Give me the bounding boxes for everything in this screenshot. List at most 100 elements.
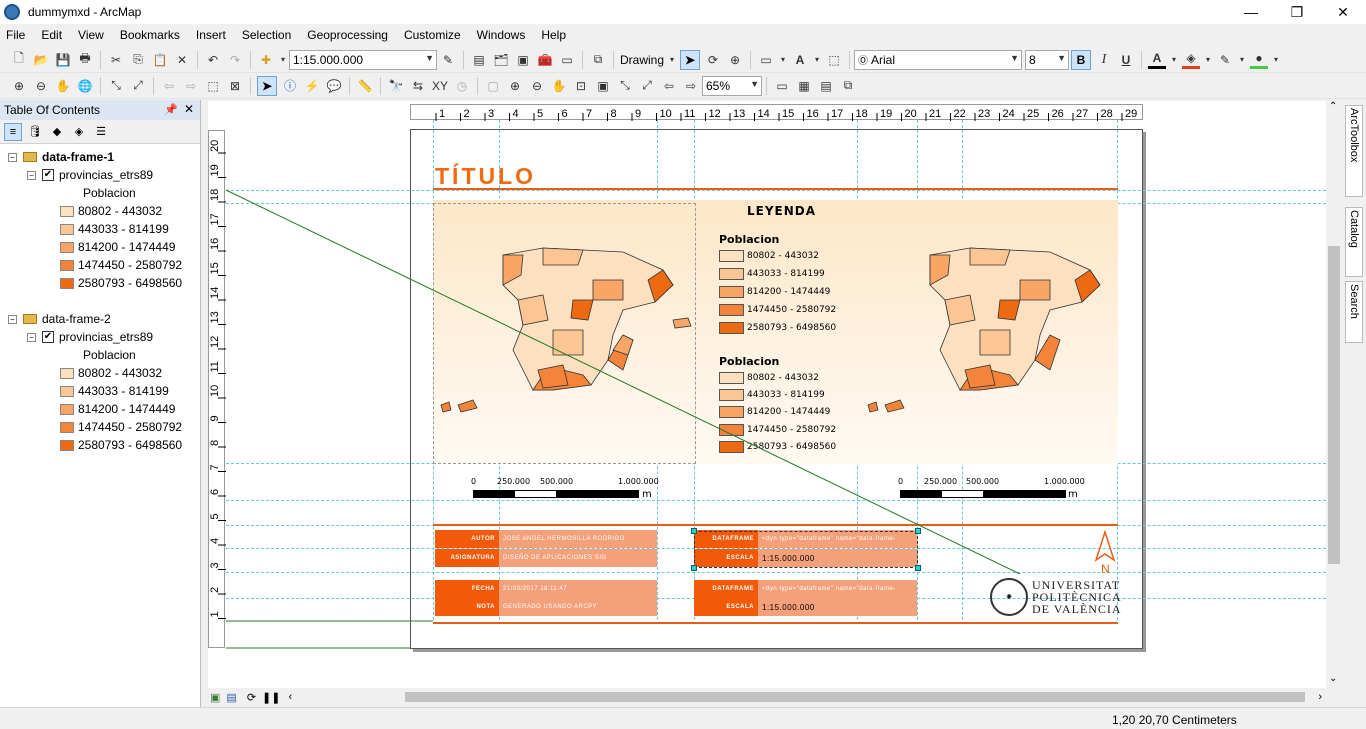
zoom-percent-combo[interactable]: 65% ▼ bbox=[702, 75, 762, 96]
collapse-icon[interactable]: − bbox=[27, 332, 36, 342]
pan-icon[interactable]: ✋ bbox=[54, 77, 72, 95]
forward-extent-icon[interactable]: ⇨ bbox=[182, 77, 200, 95]
menu-geoprocessing[interactable]: Geoprocessing bbox=[301, 28, 394, 42]
close-button[interactable]: ✕ bbox=[1320, 0, 1366, 24]
class-swatch[interactable] bbox=[60, 259, 74, 271]
selection-box[interactable] bbox=[694, 531, 918, 568]
layout-zoom-out-icon[interactable]: ⊖ bbox=[528, 77, 546, 95]
horizontal-scrollbar[interactable]: ▣ ▤ ⟳ ❚❚ ‹ › bbox=[208, 688, 1342, 706]
save-icon[interactable]: 💾 bbox=[54, 51, 72, 69]
create-viewer-icon[interactable]: ▢ bbox=[484, 77, 502, 95]
menu-insert[interactable]: Insert bbox=[190, 28, 232, 42]
select-elements-tool-icon[interactable]: ➤ bbox=[257, 75, 277, 96]
options-icon[interactable]: ☰ bbox=[92, 123, 110, 141]
toggle-draft-mode-icon[interactable]: ▭ bbox=[773, 77, 791, 95]
info-asignatura[interactable]: ASIGNATURA DISEÑO DE APLICACIONES SIG bbox=[435, 549, 657, 567]
drawing-menu[interactable]: Drawing bbox=[620, 53, 664, 67]
add-data-icon[interactable]: ✚ bbox=[257, 51, 275, 69]
list-by-drawing-order-icon[interactable]: ≡ bbox=[4, 122, 22, 141]
data-driven-pages-icon[interactable]: ⧉ bbox=[839, 77, 857, 95]
pin-icon[interactable]: 📌 bbox=[164, 103, 178, 116]
zoom-in-icon[interactable]: ⊕ bbox=[10, 77, 28, 95]
horizontal-ruler[interactable]: 1 2 3 4 5 6 7 8 9 10 11 12 13 14 15 16 17 18 19 20 21 22 23 24 2… bbox=[410, 104, 1143, 121]
back-extent-icon[interactable]: ⇦ bbox=[160, 77, 178, 95]
spain-map-1[interactable] bbox=[433, 240, 703, 420]
undo-icon[interactable]: ↶ bbox=[204, 51, 222, 69]
find-icon[interactable]: 🔭 bbox=[387, 77, 405, 95]
list-by-source-icon[interactable]: 🛢 bbox=[26, 123, 44, 141]
fixed-zoom-out-icon[interactable]: ⤢ bbox=[129, 77, 147, 95]
scroll-down-icon[interactable]: ⌄ bbox=[1329, 673, 1337, 684]
find-route-icon[interactable]: ⇆ bbox=[409, 77, 427, 95]
data-frame-name[interactable]: data-frame-1 bbox=[42, 150, 114, 164]
drawing-dropdown-icon[interactable]: ▾ bbox=[668, 51, 676, 69]
rotate-icon[interactable]: ⟳ bbox=[704, 51, 722, 69]
text-icon[interactable]: A bbox=[791, 51, 809, 69]
underline-button[interactable]: U bbox=[1117, 51, 1135, 69]
rectangle-icon[interactable]: ▭ bbox=[757, 51, 775, 69]
hyperlink-icon[interactable]: ⚡ bbox=[303, 77, 321, 95]
fill-color-dropdown-icon[interactable]: ▾ bbox=[1204, 51, 1212, 69]
scroll-up-icon[interactable]: ⌃ bbox=[1329, 101, 1337, 112]
go-to-xy-icon[interactable]: XY bbox=[431, 77, 449, 95]
class-swatch[interactable] bbox=[60, 223, 74, 235]
fill-color-icon[interactable]: ◈ bbox=[1182, 51, 1201, 69]
map-scale-combo[interactable]: 1:15.000.000 ▼ bbox=[289, 49, 437, 70]
class-swatch[interactable] bbox=[60, 403, 74, 415]
copy-icon[interactable]: ⎘ bbox=[129, 51, 147, 69]
refresh-icon[interactable]: ⟳ bbox=[247, 691, 256, 704]
line-color-dropdown-icon[interactable]: ▾ bbox=[1238, 51, 1246, 69]
catalog-icon[interactable]: 🗂 bbox=[492, 51, 510, 69]
identify-icon[interactable]: ⓘ bbox=[281, 77, 299, 95]
north-arrow[interactable]: N bbox=[1094, 530, 1116, 576]
collapse-icon[interactable]: − bbox=[8, 152, 17, 162]
paste-icon[interactable]: 📋 bbox=[151, 51, 169, 69]
class-swatch[interactable] bbox=[60, 385, 74, 397]
catalog-tab[interactable]: Catalog bbox=[1345, 207, 1363, 277]
maximize-button[interactable]: ❐ bbox=[1274, 0, 1320, 24]
info-autor[interactable]: AUTOR JOSE ANGEL HERMOSILLA RODRIGO bbox=[435, 530, 657, 548]
zoom-100-icon[interactable]: ▣ bbox=[594, 77, 612, 95]
selection-handle[interactable] bbox=[691, 528, 697, 534]
select-features-icon[interactable]: ⬚ bbox=[204, 77, 222, 95]
menu-help[interactable]: Help bbox=[535, 28, 572, 42]
marker-color-icon[interactable]: ● bbox=[1250, 51, 1269, 69]
font-color-dropdown-icon[interactable]: ▾ bbox=[1170, 51, 1178, 69]
list-by-selection-icon[interactable]: ◈ bbox=[70, 123, 88, 141]
font-size-combo[interactable]: 8 ▼ bbox=[1025, 49, 1070, 70]
italic-button[interactable]: I bbox=[1095, 51, 1113, 69]
python-icon[interactable]: ▭ bbox=[558, 51, 576, 69]
arctoolbox-icon[interactable]: 🧰 bbox=[536, 51, 554, 69]
clear-selection-icon[interactable]: ⊠ bbox=[226, 77, 244, 95]
class-swatch[interactable] bbox=[60, 277, 74, 289]
layout-zoom-in-icon[interactable]: ⊕ bbox=[506, 77, 524, 95]
editor-icon[interactable]: ✎ bbox=[439, 51, 457, 69]
class-swatch[interactable] bbox=[60, 439, 74, 451]
layout-view-icon[interactable]: ▤ bbox=[226, 691, 236, 704]
spain-map-2[interactable] bbox=[860, 240, 1130, 420]
info-fecha[interactable]: FECHA 21/03/2017 18:11:47 bbox=[435, 580, 657, 598]
list-by-visibility-icon[interactable]: ◆ bbox=[48, 123, 66, 141]
html-popup-icon[interactable]: 💬 bbox=[325, 77, 343, 95]
previous-extent-icon[interactable]: ⇦ bbox=[660, 77, 678, 95]
menu-windows[interactable]: Windows bbox=[471, 28, 532, 42]
vertical-ruler[interactable]: 20 19 18 17 16 15 14 13 12 11 10 9 8 7 6 5 4 3 2 1 bbox=[208, 130, 226, 648]
zoom-out-icon[interactable]: ⊖ bbox=[32, 77, 50, 95]
search-window-icon[interactable]: ▣ bbox=[514, 51, 532, 69]
arctoolbox-tab[interactable]: ArcToolbox bbox=[1345, 105, 1363, 197]
layer-name[interactable]: provincias_etrs89 bbox=[59, 168, 153, 182]
measure-icon[interactable]: 📏 bbox=[356, 77, 374, 95]
rectangle-dropdown-icon[interactable]: ▾ bbox=[779, 51, 787, 69]
focus-data-frame-icon[interactable]: ▦ bbox=[795, 77, 813, 95]
redo-icon[interactable]: ↷ bbox=[226, 51, 244, 69]
layer-name[interactable]: provincias_etrs89 bbox=[59, 330, 153, 344]
fixed-zoom-in-icon[interactable]: ⤡ bbox=[107, 77, 125, 95]
selection-handle[interactable] bbox=[915, 528, 921, 534]
data-view-icon[interactable]: ▣ bbox=[210, 691, 220, 704]
time-slider-icon[interactable]: ◷ bbox=[453, 77, 471, 95]
info-escala-2[interactable]: ESCALA 1:15.000.000 bbox=[694, 598, 917, 616]
menu-customize[interactable]: Customize bbox=[398, 28, 467, 42]
data-frame-name[interactable]: data-frame-2 bbox=[42, 312, 111, 326]
font-color-icon[interactable]: A bbox=[1148, 51, 1167, 69]
line-color-icon[interactable]: ✎ bbox=[1216, 51, 1234, 69]
